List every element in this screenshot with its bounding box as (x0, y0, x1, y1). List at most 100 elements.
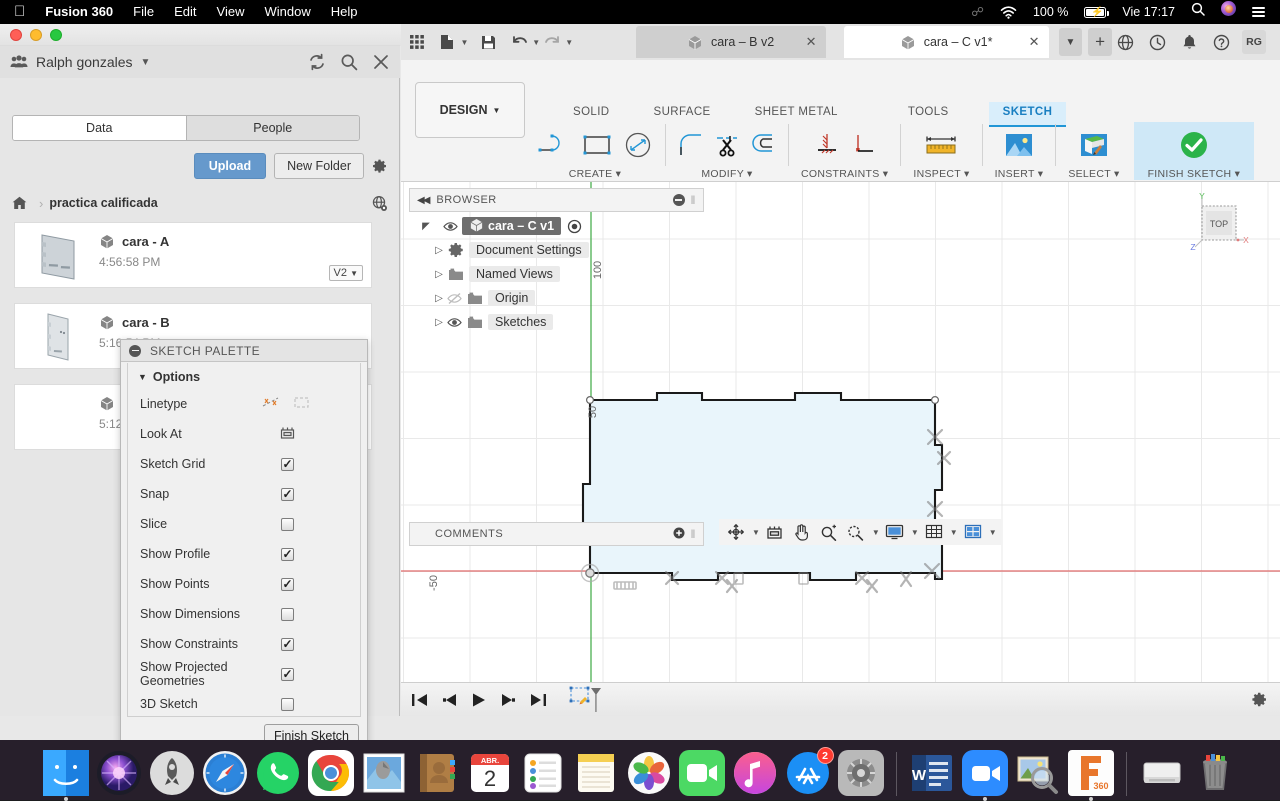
ribbon-group-label[interactable]: MODIFY ▾ (701, 168, 752, 180)
menu-item-help[interactable]: Help (321, 0, 368, 24)
siri-icon[interactable] (96, 750, 142, 796)
chevron-down-icon[interactable]: ▼ (141, 57, 151, 68)
redo-icon[interactable] (542, 31, 562, 53)
tab-people[interactable]: People (186, 116, 360, 140)
finish-sketch-button[interactable]: Finish Sketch (264, 724, 359, 740)
gear-icon[interactable] (372, 158, 388, 174)
launchpad-icon[interactable] (149, 750, 195, 796)
menu-item-window[interactable]: Window (254, 0, 320, 24)
tree-row-cara-c[interactable]: ◤ cara – C v1 (409, 214, 704, 238)
circle-icon[interactable] (623, 131, 653, 164)
palette-row-show-constraints[interactable]: Show Constraints (128, 629, 360, 659)
palette-row-show-points[interactable]: Show Points (128, 569, 360, 599)
wifi-icon[interactable] (993, 6, 1024, 19)
bluetooth-icon[interactable]: ☍ (964, 0, 991, 24)
select-icon[interactable] (1078, 131, 1110, 164)
triangle-collapsed-icon[interactable]: ▷ (431, 269, 447, 280)
system-preferences-icon[interactable] (838, 750, 884, 796)
chevron-down-icon[interactable]: ▼ (911, 528, 919, 537)
globe-icon[interactable] (371, 195, 388, 212)
minimize-icon[interactable] (129, 345, 141, 357)
file-version-selector[interactable]: V2 ▼ (329, 265, 363, 281)
green-check-icon[interactable] (1179, 130, 1209, 165)
reminders-icon[interactable] (520, 750, 566, 796)
plus-icon[interactable]: + (1088, 28, 1112, 56)
step-forward-icon[interactable] (499, 692, 517, 708)
orbit-icon[interactable] (724, 521, 748, 543)
gear-icon[interactable] (1251, 691, 1268, 708)
palette-row-show-dimensions[interactable]: Show Dimensions (128, 599, 360, 629)
double-left-arrow-icon[interactable]: ◀◀ (417, 195, 428, 206)
display-settings-icon[interactable] (883, 521, 907, 543)
fusion-360-icon[interactable]: 360 (1068, 750, 1114, 796)
notifications-bell-icon[interactable] (1178, 31, 1200, 53)
go-to-beginning-icon[interactable] (411, 692, 429, 708)
home-icon[interactable] (12, 196, 27, 210)
options-section-header[interactable]: ▼ Options (128, 363, 360, 389)
zoom-app-icon[interactable] (962, 750, 1008, 796)
centerline-icon[interactable] (293, 395, 310, 413)
slice-checkbox[interactable] (281, 518, 294, 531)
show-projected-geometries-checkbox[interactable] (281, 668, 294, 681)
notes-icon[interactable] (573, 750, 619, 796)
trim-icon[interactable] (714, 132, 740, 163)
menu-item-edit[interactable]: Edit (164, 0, 206, 24)
palette-row-show-profile[interactable]: Show Profile (128, 539, 360, 569)
tree-row-sketches[interactable]: ▷ Sketches (409, 310, 704, 334)
whatsapp-icon[interactable] (255, 750, 301, 796)
measure-icon[interactable] (923, 132, 959, 163)
chevron-down-icon[interactable]: ▼ (989, 528, 997, 537)
contacts-icon[interactable] (414, 750, 460, 796)
coincident-constraint-icon[interactable] (850, 132, 876, 163)
palette-row-show-projected-geometries[interactable]: Show Projected Geometries (128, 659, 360, 689)
breadcrumb-folder[interactable]: practica calificada (49, 196, 157, 210)
dimension-label-50[interactable]: 50 (587, 406, 599, 418)
notification-center-icon[interactable] (1245, 7, 1272, 17)
rectangle-icon[interactable] (581, 132, 613, 163)
step-back-icon[interactable] (441, 692, 459, 708)
fillet-icon[interactable] (678, 132, 704, 163)
show-dimensions-checkbox[interactable] (281, 608, 294, 621)
siri-icon[interactable] (1214, 0, 1243, 24)
tree-row-origin[interactable]: ▷ Origin (409, 286, 704, 310)
app-store-icon[interactable]: 2 (785, 750, 831, 796)
microsoft-word-icon[interactable]: W (909, 750, 955, 796)
tree-label[interactable]: Document Settings (469, 242, 589, 258)
close-icon[interactable] (372, 53, 390, 71)
radio-selected-icon[interactable] (567, 219, 582, 234)
chevron-down-icon[interactable]: ▼ (461, 38, 469, 47)
finder-icon[interactable] (43, 750, 89, 796)
add-comment-icon[interactable] (673, 527, 685, 542)
sketch-grid-checkbox[interactable] (281, 458, 294, 471)
ribbon-group-label[interactable]: INSERT ▾ (995, 168, 1044, 180)
look-at-icon[interactable] (763, 521, 787, 543)
triangle-collapsed-icon[interactable]: ▷ (431, 293, 447, 304)
triangle-expanded-icon[interactable]: ◤ (409, 221, 443, 232)
resize-handle[interactable]: ‖ (691, 193, 696, 207)
apple-logo-icon[interactable]:  (8, 0, 35, 24)
tree-row-named-views[interactable]: ▷ Named Views (409, 262, 704, 286)
menu-item-view[interactable]: View (207, 0, 255, 24)
file-card[interactable]: cara - A 4:56:58 PM V2 ▼ (14, 222, 372, 288)
itunes-icon[interactable] (732, 750, 778, 796)
minimize-window-button[interactable] (30, 29, 42, 41)
triangle-collapsed-icon[interactable]: ▷ (431, 245, 447, 256)
dimension-label-minus-50[interactable]: -50 (428, 575, 440, 591)
eye-icon[interactable] (447, 315, 462, 330)
look-at-icon[interactable] (280, 426, 295, 443)
chevron-down-icon[interactable]: ▼ (532, 38, 540, 47)
snap-checkbox[interactable] (281, 488, 294, 501)
tree-label[interactable]: Origin (488, 290, 535, 306)
triangle-collapsed-icon[interactable]: ▷ (431, 317, 447, 328)
tree-label[interactable]: Sketches (488, 314, 553, 330)
calendar-icon[interactable]: ABR. 2 (467, 750, 513, 796)
close-icon[interactable]: ✕ (806, 34, 817, 50)
avatar[interactable]: RG (1242, 30, 1266, 54)
ribbon-group-label[interactable]: SELECT ▾ (1068, 168, 1119, 180)
show-points-checkbox[interactable] (281, 578, 294, 591)
menu-app-name[interactable]: Fusion 360 (35, 0, 123, 24)
3d-sketch-checkbox[interactable] (281, 698, 294, 711)
palette-row-sketch-grid[interactable]: Sketch Grid (128, 449, 360, 479)
battery-charging-icon[interactable]: ⚡ (1077, 7, 1113, 18)
play-icon[interactable] (471, 692, 487, 708)
